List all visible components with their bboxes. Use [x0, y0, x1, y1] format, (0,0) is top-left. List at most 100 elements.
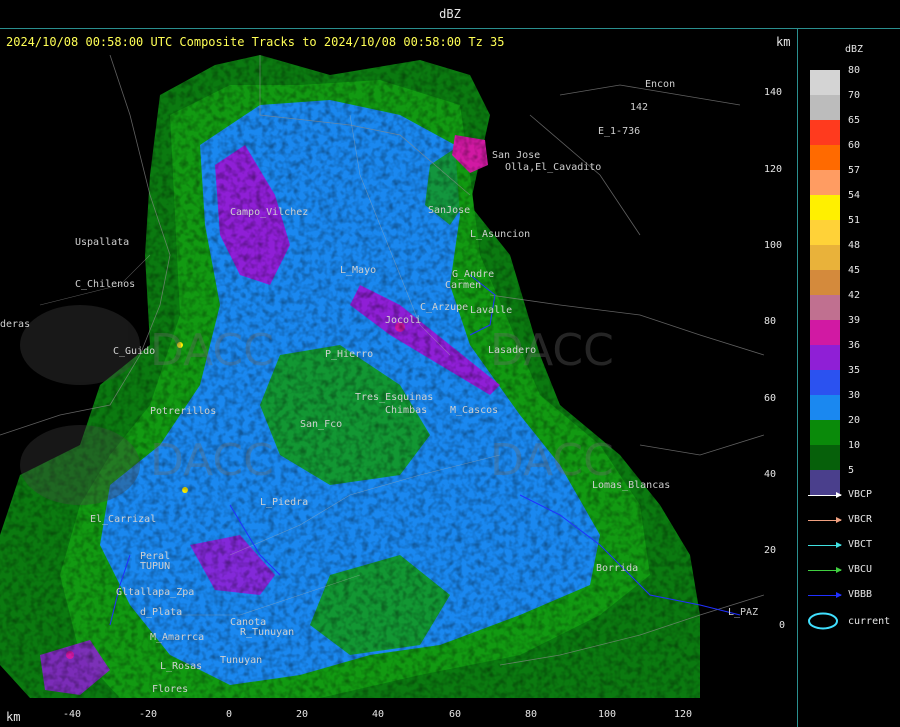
legend-swatch-80 [810, 70, 840, 95]
radar-display: dBZ 2024/10/08 00:58:00 UTC Composite Tr… [0, 0, 900, 727]
place-label: L_Rosas [160, 661, 202, 672]
y-tick: 20 [764, 545, 777, 556]
place-label: E_1-736 [598, 126, 640, 137]
composite-timestamp-title: 2024/10/08 00:58:00 UTC Composite Tracks… [6, 35, 505, 49]
legend-swatch-54 [810, 195, 840, 220]
x-tick: 40 [372, 709, 385, 720]
legend-label-20: 20 [848, 415, 861, 426]
place-label: Lasadero [488, 345, 536, 356]
legend-swatch-65 [810, 120, 840, 145]
legend-current-label: current [848, 616, 891, 627]
y-tick: 40 [764, 469, 777, 480]
place-label: Flores [152, 684, 188, 695]
place-label: Gltallapa_Zpa [116, 587, 194, 598]
place-label: San_Fco [300, 419, 342, 430]
legend-track-vbcr: VBCR [848, 514, 873, 525]
y-tick: 0 [779, 620, 786, 631]
place-label: M_Cascos [450, 405, 498, 416]
legend-track-vbcu: VBCU [848, 564, 873, 575]
place-label: deras [0, 319, 30, 330]
legend-label-35: 35 [848, 365, 861, 376]
legend-title: dBZ [845, 44, 864, 55]
legend-swatch-60 [810, 145, 840, 170]
x-tick: 60 [449, 709, 462, 720]
legend-label-57: 57 [848, 165, 861, 176]
place-label: Potrerillos [150, 406, 216, 417]
place-label: Campo_Vilchez [230, 207, 308, 218]
place-label: Lomas_Blancas [592, 480, 670, 491]
track-arrow-vbcu-icon [808, 567, 842, 573]
place-label: L_Mayo [340, 265, 376, 276]
legend-swatch-45 [810, 270, 840, 295]
y-tick: 80 [764, 316, 777, 327]
legend-swatch-20 [810, 420, 840, 445]
place-label: L_PAZ [728, 607, 758, 618]
legend-label-70: 70 [848, 90, 861, 101]
y-tick: 120 [764, 164, 783, 175]
track-arrow-vbcp-icon [808, 492, 842, 498]
legend-label-51: 51 [848, 215, 861, 226]
legend-swatch-48 [810, 245, 840, 270]
place-label: Encon [645, 79, 675, 90]
legend-swatch-57 [810, 170, 840, 195]
legend-label-60: 60 [848, 140, 861, 151]
y-tick: 140 [764, 87, 783, 98]
place-label: L_Piedra [260, 497, 308, 508]
place-label: SanJose [428, 205, 470, 216]
legend-label-48: 48 [848, 240, 861, 251]
legend-label-45: 45 [848, 265, 861, 276]
place-label: Tres_Esquinas [355, 392, 433, 403]
track-arrow-vbct-icon [808, 542, 842, 548]
legend-track-vbct: VBCT [848, 539, 873, 550]
place-label: C_Chilenos [75, 279, 135, 290]
place-label: Chimbas [385, 405, 427, 416]
track-arrow-vbcr-icon [808, 517, 842, 523]
x-tick: 0 [226, 709, 233, 720]
svg-text:DACC: DACC [150, 435, 274, 486]
x-tick: -20 [139, 709, 158, 720]
legend-track-vbcp: VBCP [848, 489, 873, 500]
place-label: Canota [230, 617, 266, 628]
place-label: Olla,El_Cavadito [505, 162, 601, 173]
legend-swatch-35 [810, 370, 840, 395]
place-label: Uspallata [75, 237, 129, 248]
place-label: Tunuyan [220, 655, 262, 666]
place-label: El_Carrizal [90, 514, 156, 525]
legend-label-54: 54 [848, 190, 861, 201]
legend-label-10: 10 [848, 440, 861, 451]
place-label: Borrida [596, 563, 638, 574]
legend-swatch-10 [810, 445, 840, 470]
radar-map[interactable]: DACC DACC DACC DACC Encon E_1-736 142 Sa… [0, 55, 764, 698]
km-unit-label-bottom: km [6, 710, 21, 724]
place-label: M_Amarrca [150, 632, 204, 643]
place-label: 142 [630, 102, 648, 113]
legend-swatch-39 [810, 320, 840, 345]
legend-swatch-42 [810, 295, 840, 320]
x-tick: 80 [525, 709, 538, 720]
place-label: C_Guido [113, 346, 155, 357]
place-label: G_Andre [452, 269, 494, 280]
legend-label-36: 36 [848, 340, 861, 351]
place-label: d_Plata [140, 607, 182, 618]
place-label: Carmen [445, 280, 481, 291]
window-title: dBZ [0, 0, 900, 29]
legend-swatch-51 [810, 220, 840, 245]
legend-label-30: 30 [848, 390, 861, 401]
legend-swatch-30 [810, 395, 840, 420]
track-arrow-vbbb-icon [808, 592, 842, 598]
svg-text:DACC: DACC [150, 325, 274, 376]
place-label: Lavalle [470, 305, 512, 316]
legend-swatch-36 [810, 345, 840, 370]
place-label: San Jose [492, 150, 540, 161]
legend-swatch-70 [810, 95, 840, 120]
place-label: TUPUN [140, 561, 170, 572]
y-tick: 100 [764, 240, 783, 251]
place-label: Jocoli [385, 315, 421, 326]
x-tick: 100 [598, 709, 617, 720]
legend-label-65: 65 [848, 115, 861, 126]
x-tick: -40 [63, 709, 82, 720]
x-tick: 120 [674, 709, 693, 720]
place-label: P_Hierro [325, 349, 373, 360]
place-label: Peral [140, 551, 170, 562]
place-label: L_Asuncion [470, 229, 530, 240]
